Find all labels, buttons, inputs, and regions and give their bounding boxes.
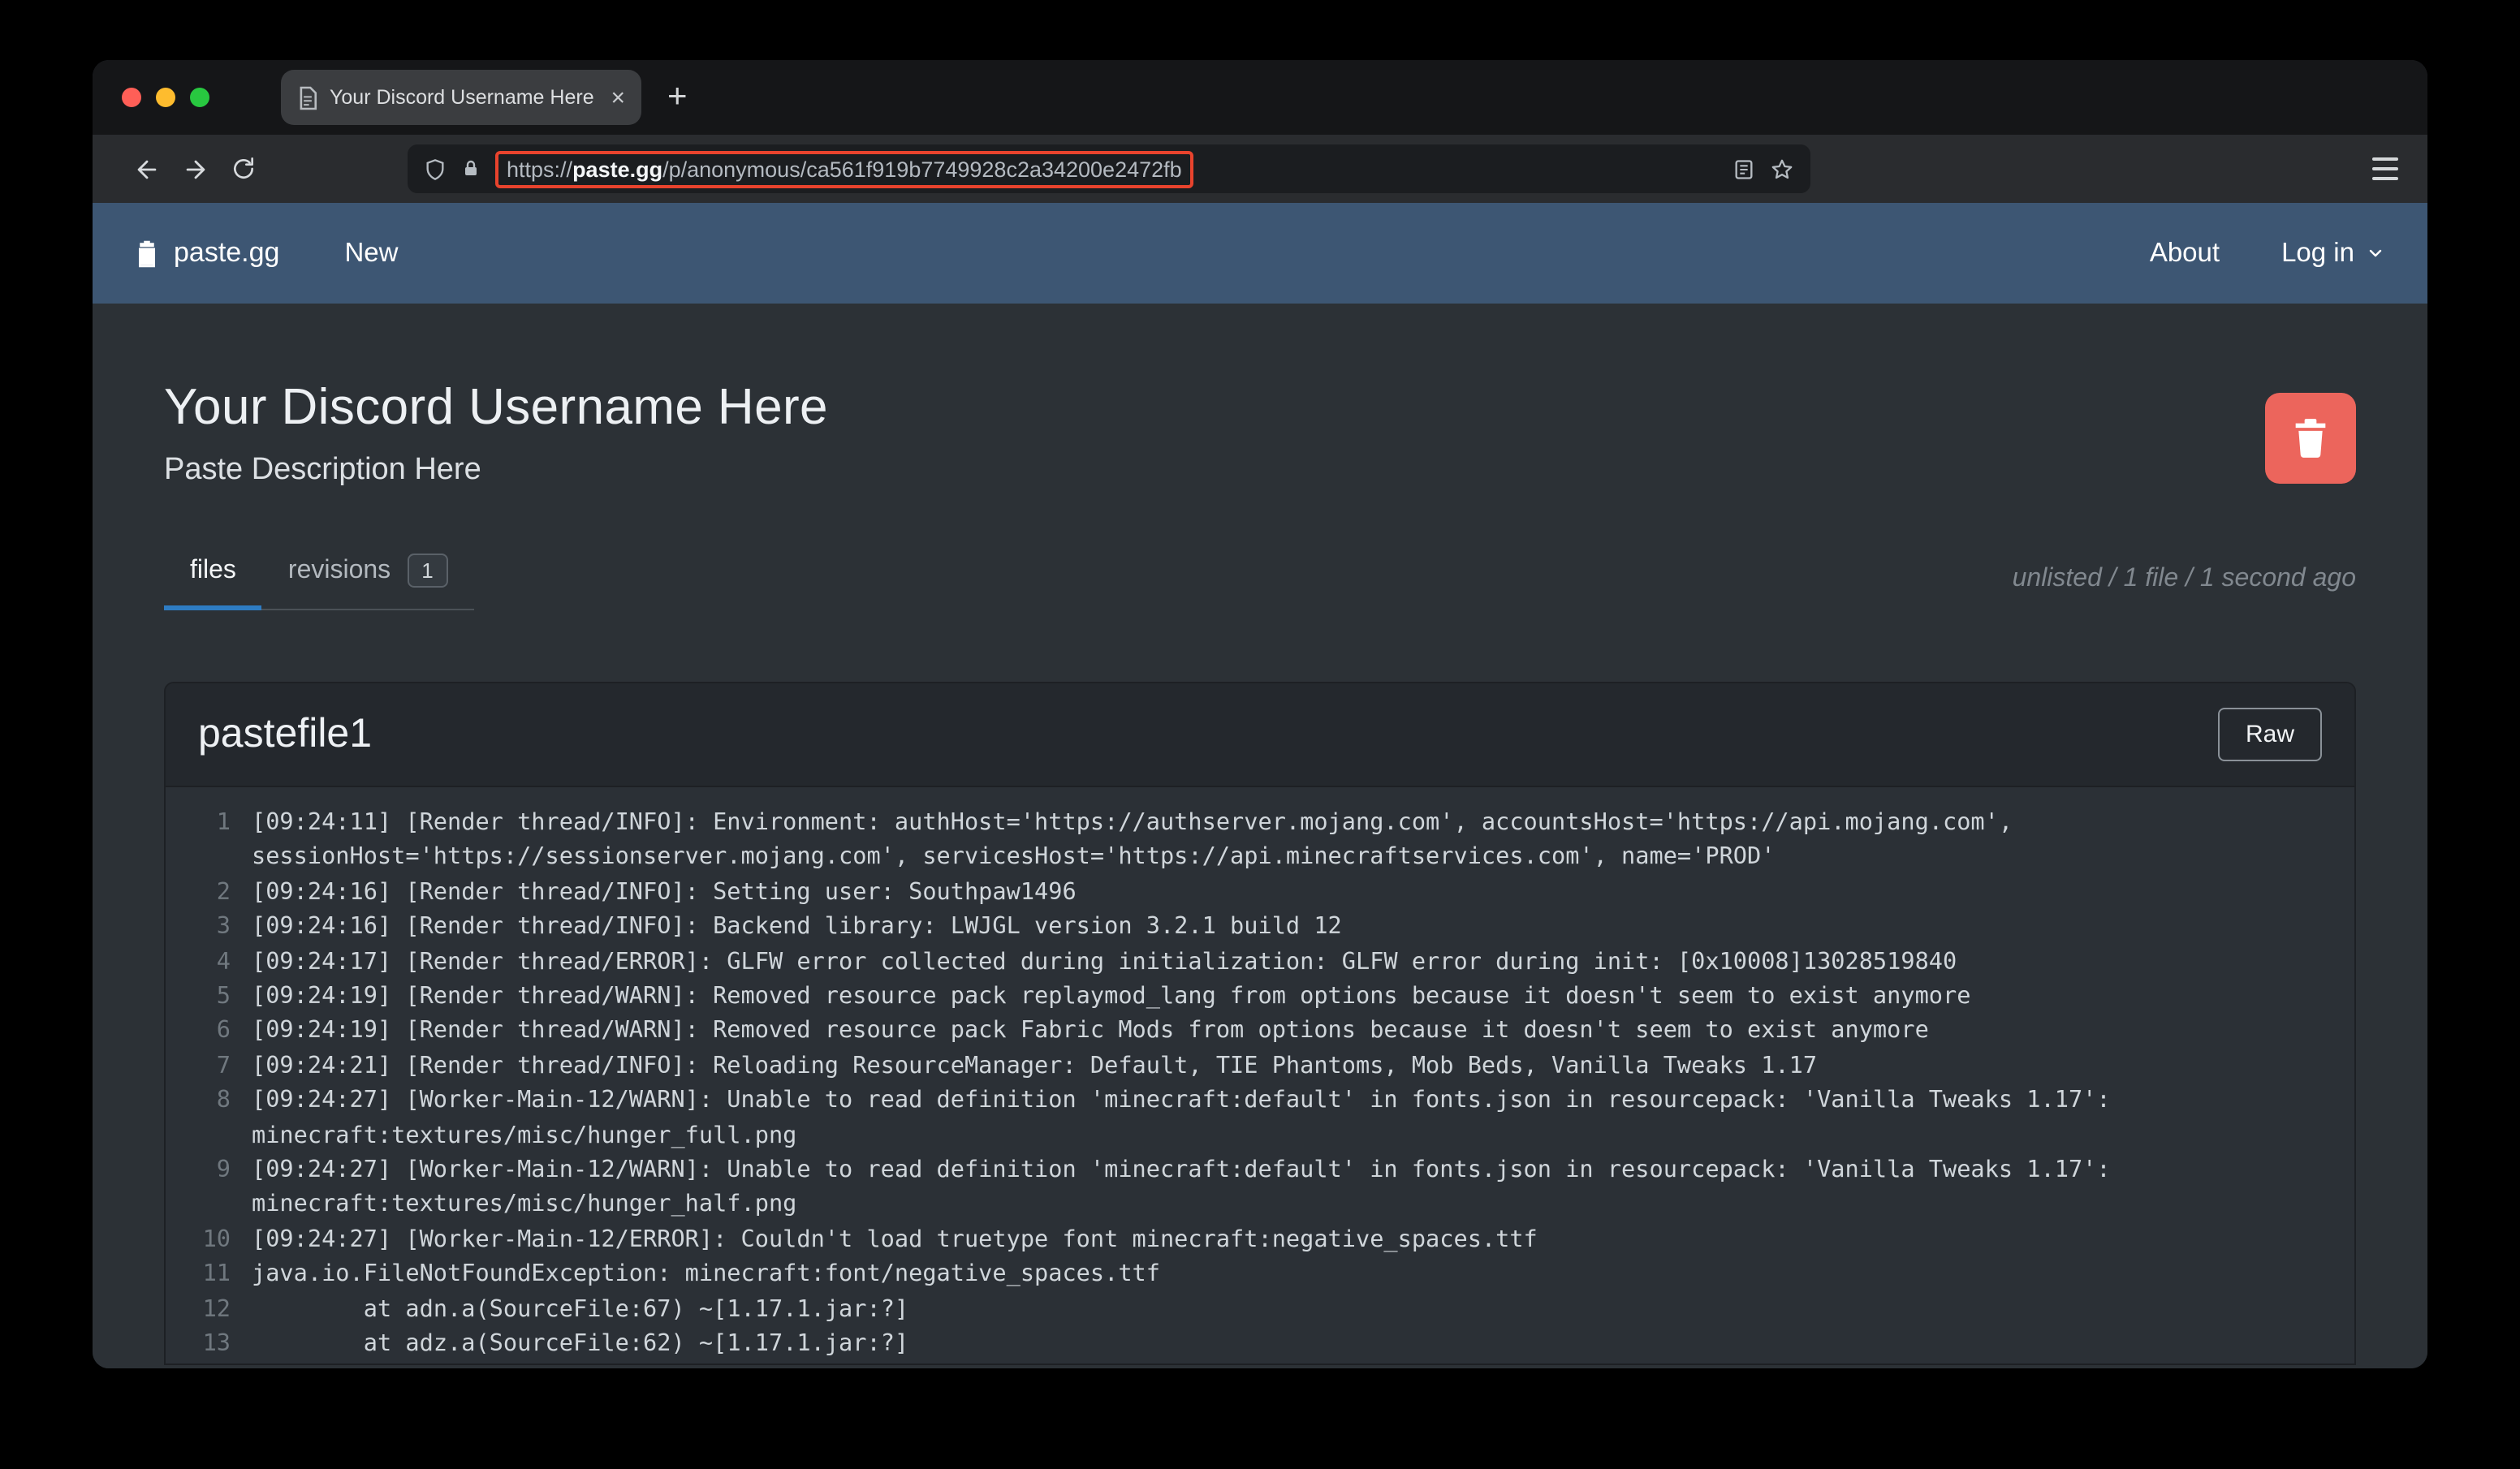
- site-brand[interactable]: paste.gg: [135, 237, 279, 269]
- page-favicon-icon: [297, 85, 318, 110]
- address-bar[interactable]: https://paste.gg/p/anonymous/ca561f919b7…: [408, 144, 1810, 193]
- brand-label: paste.gg: [174, 237, 280, 268]
- back-button[interactable]: [122, 144, 170, 193]
- code-block[interactable]: 1 [09:24:11] [Render thread/INFO]: Envir…: [166, 787, 2354, 1363]
- window-controls: [122, 88, 209, 107]
- revisions-count-badge: 1: [407, 554, 448, 588]
- line-text: [09:24:27] [Worker-Main-12/WARN]: Unable…: [252, 1088, 2125, 1149]
- line-text: [09:24:16] [Render thread/INFO]: Backend…: [252, 914, 1342, 941]
- code-line: 5 [09:24:19] [Render thread/WARN]: Remov…: [188, 980, 2322, 1015]
- site-navbar: paste.gg New About Log in: [93, 203, 2427, 304]
- line-number: 2: [216, 879, 231, 906]
- url-domain: paste.gg: [572, 157, 663, 181]
- code-line: 6 [09:24:19] [Render thread/WARN]: Remov…: [188, 1015, 2322, 1050]
- raw-button[interactable]: Raw: [2217, 708, 2322, 761]
- bookmark-star-icon[interactable]: [1770, 157, 1794, 181]
- line-text: [09:24:19] [Render thread/WARN]: Removed…: [252, 984, 1971, 1010]
- code-line: 13 at adz.a(SourceFile:62) ~[1.17.1.jar:…: [188, 1328, 2322, 1363]
- close-window-button[interactable]: [122, 88, 141, 107]
- code-line: 4 [09:24:17] [Render thread/ERROR]: GLFW…: [188, 946, 2322, 980]
- tab-revisions-label: revisions: [287, 556, 391, 584]
- line-text: at adz.a(SourceFile:62) ~[1.17.1.jar:?]: [252, 1331, 909, 1358]
- chevron-down-icon: [2366, 243, 2385, 263]
- file-card-header: pastefile1 Raw: [166, 683, 2354, 787]
- tab-close-icon[interactable]: ×: [611, 85, 625, 110]
- code-line: 1 [09:24:11] [Render thread/INFO]: Envir…: [188, 807, 2322, 877]
- line-number: 8: [216, 1088, 231, 1114]
- code-line: 2 [09:24:16] [Render thread/INFO]: Setti…: [188, 877, 2322, 911]
- line-number: 13: [202, 1331, 231, 1358]
- desktop-background: Your Discord Username Here · p × + https…: [0, 0, 2520, 1469]
- reload-button[interactable]: [219, 144, 268, 193]
- line-number: 5: [216, 984, 231, 1010]
- line-number: 6: [216, 1018, 231, 1045]
- line-text: [09:24:16] [Render thread/INFO]: Setting…: [252, 879, 1077, 906]
- line-text: java.io.FileNotFoundException: minecraft…: [252, 1261, 1160, 1288]
- paste-title: Your Discord Username Here: [164, 378, 828, 435]
- paste-tabs: files revisions 1: [164, 537, 474, 610]
- url-path: /p/anonymous/ca561f919b7749928c2a34200e2…: [662, 157, 1182, 181]
- tab-revisions[interactable]: revisions 1: [262, 537, 474, 610]
- browser-tab[interactable]: Your Discord Username Here · p ×: [281, 70, 641, 125]
- line-text: [09:24:17] [Render thread/ERROR]: GLFW e…: [252, 949, 1957, 976]
- line-text: [09:24:27] [Worker-Main-12/ERROR]: Could…: [252, 1226, 1538, 1253]
- reader-mode-icon[interactable]: [1732, 157, 1755, 181]
- file-name: pastefile1: [198, 711, 373, 756]
- forward-button[interactable]: [170, 144, 219, 193]
- delete-paste-button[interactable]: [2265, 393, 2356, 484]
- line-text: [09:24:19] [Render thread/WARN]: Removed…: [252, 1018, 1929, 1045]
- nav-link-about[interactable]: About: [2150, 238, 2220, 269]
- browser-tab-bar: Your Discord Username Here · p × +: [93, 60, 2427, 135]
- line-number: 3: [216, 914, 231, 941]
- code-line: 7 [09:24:21] [Render thread/INFO]: Reloa…: [188, 1050, 2322, 1085]
- line-number: 9: [216, 1157, 231, 1184]
- url-scheme: https://: [507, 157, 573, 181]
- line-text: at adn.a(SourceFile:67) ~[1.17.1.jar:?]: [252, 1296, 909, 1323]
- code-line: 8 [09:24:27] [Worker-Main-12/WARN]: Unab…: [188, 1085, 2322, 1155]
- code-line: 12 at adn.a(SourceFile:67) ~[1.17.1.jar:…: [188, 1293, 2322, 1328]
- page-content: Your Discord Username Here Paste Descrip…: [93, 304, 2427, 1368]
- zoom-window-button[interactable]: [190, 88, 209, 107]
- lock-icon[interactable]: [461, 157, 481, 180]
- line-number: 7: [216, 1053, 231, 1079]
- code-line: 11 java.io.FileNotFoundException: minecr…: [188, 1259, 2322, 1294]
- paste-meta: unlisted / 1 file / 1 second ago: [2012, 565, 2356, 592]
- code-line: 10 [09:24:27] [Worker-Main-12/ERROR]: Co…: [188, 1224, 2322, 1259]
- nav-link-new[interactable]: New: [344, 238, 398, 269]
- browser-window: Your Discord Username Here · p × + https…: [93, 60, 2427, 1368]
- url-text[interactable]: https://paste.gg/p/anonymous/ca561f919b7…: [495, 150, 1193, 187]
- line-number: 12: [202, 1296, 231, 1323]
- nav-link-login[interactable]: Log in: [2281, 238, 2385, 269]
- line-number: 11: [202, 1261, 231, 1288]
- line-text: [09:24:21] [Render thread/INFO]: Reloadi…: [252, 1053, 1818, 1079]
- line-text: [09:24:27] [Worker-Main-12/WARN]: Unable…: [252, 1157, 2125, 1218]
- code-line: 9 [09:24:27] [Worker-Main-12/WARN]: Unab…: [188, 1154, 2322, 1224]
- code-line: 3 [09:24:16] [Render thread/INFO]: Backe…: [188, 911, 2322, 946]
- line-number: 4: [216, 949, 231, 976]
- minimize-window-button[interactable]: [156, 88, 175, 107]
- trash-icon: [2293, 419, 2328, 458]
- menu-button[interactable]: [2372, 157, 2398, 180]
- paste-tabs-row: files revisions 1 unlisted / 1 file / 1 …: [164, 537, 2356, 610]
- shield-icon[interactable]: [424, 157, 447, 181]
- clipboard-icon: [135, 239, 159, 267]
- paste-file-card: pastefile1 Raw 1 [09:24:11] [Render thre…: [164, 682, 2356, 1364]
- line-number: 10: [202, 1226, 231, 1253]
- line-number: 1: [216, 810, 231, 836]
- new-tab-button[interactable]: +: [667, 78, 688, 117]
- tab-title: Your Discord Username Here · p: [330, 86, 600, 109]
- paste-description: Paste Description Here: [164, 453, 481, 487]
- tab-files[interactable]: files: [164, 537, 262, 610]
- line-text: [09:24:11] [Render thread/INFO]: Environ…: [252, 810, 2027, 871]
- tab-files-label: files: [190, 556, 236, 584]
- login-label: Log in: [2281, 238, 2354, 267]
- browser-toolbar: https://paste.gg/p/anonymous/ca561f919b7…: [93, 135, 2427, 203]
